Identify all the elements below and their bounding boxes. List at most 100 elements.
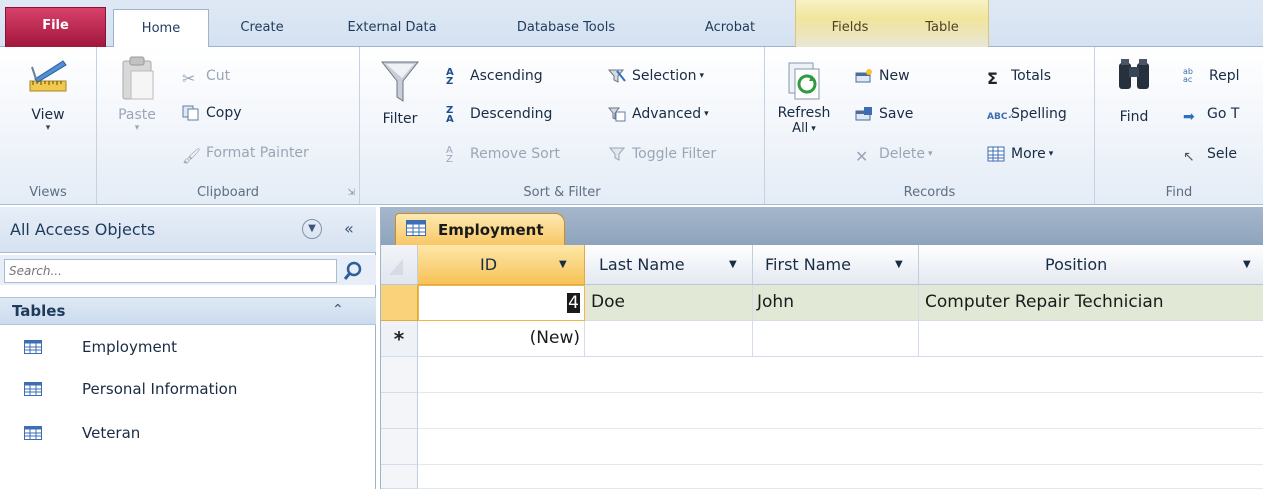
new-record-selector[interactable]: * (381, 321, 418, 357)
delete-record-button[interactable]: ✕ Delete ▾ (855, 143, 933, 166)
navigation-pane: All Access Objects ▼ « Tables ⌃ Employme… (0, 207, 376, 489)
refresh-caret: ▾ (811, 123, 816, 134)
empty-row-selector (381, 465, 418, 489)
cell-position[interactable]: Computer Repair Technician (919, 285, 1263, 321)
find-button[interactable]: Find (1111, 57, 1157, 125)
remove-sort-button[interactable]: A Z Remove Sort (446, 143, 560, 165)
paste-caret: ▾ (134, 123, 140, 133)
nav-item-veteran[interactable]: Veteran (0, 415, 376, 451)
cut-icon: ✂ (182, 69, 196, 88)
replace-button[interactable]: ab ac Repl (1183, 65, 1240, 87)
advanced-label: Advanced (632, 106, 702, 122)
tab-create[interactable]: Create (222, 9, 302, 47)
tab-acrobat[interactable]: Acrobat (690, 9, 770, 47)
goto-button[interactable]: ➡ Go T (1183, 103, 1239, 125)
filter-label: Filter (382, 111, 418, 127)
column-header-label: Last Name (599, 255, 685, 274)
more-caret: ▾ (1048, 149, 1054, 159)
column-header-position[interactable]: Position ▼ (919, 245, 1263, 285)
column-filter-chevron-icon[interactable]: ▼ (559, 245, 567, 285)
format-painter-label: Format Painter (206, 145, 309, 161)
nav-collapse-icon[interactable]: « (344, 219, 354, 238)
clipboard-launcher-icon[interactable]: ⇲ (347, 188, 355, 198)
filter-button[interactable]: Filter (374, 59, 426, 127)
new-record-label: New (879, 68, 910, 84)
column-header-label: First Name (765, 255, 851, 274)
select-all-icon (389, 259, 403, 275)
tab-fields[interactable]: Fields (812, 9, 888, 47)
descending-button[interactable]: Z A Descending (446, 103, 552, 125)
more-button[interactable]: More ▾ (987, 143, 1053, 165)
datasheet-grid: ID ▼ Last Name ▼ First Name ▼ Position ▼… (381, 245, 1263, 489)
totals-icon: Σ (987, 69, 998, 88)
section-collapse-icon[interactable]: ⌃ (332, 302, 344, 318)
column-filter-chevron-icon[interactable]: ▼ (1243, 245, 1251, 285)
spelling-button[interactable]: ABC✓Spelling (987, 103, 1067, 125)
copy-button[interactable]: Copy (182, 102, 242, 124)
document-tab-strip: Employment (381, 207, 1263, 245)
table-icon (406, 220, 426, 236)
nav-header[interactable]: All Access Objects ▼ « (0, 207, 376, 253)
view-icon (29, 60, 67, 92)
empty-row (381, 357, 1263, 393)
document-tab-employment[interactable]: Employment (395, 213, 565, 245)
tab-table[interactable]: Table (904, 9, 980, 47)
cell-last-name[interactable]: Doe (585, 285, 753, 321)
nav-search-input[interactable] (4, 259, 337, 283)
goto-icon: ➡ (1183, 109, 1195, 125)
toggle-filter-button[interactable]: Toggle Filter (608, 143, 716, 165)
record-selector[interactable] (381, 285, 418, 321)
spelling-icon: ABC✓ (987, 112, 1015, 122)
column-filter-chevron-icon[interactable]: ▼ (895, 245, 903, 285)
new-cell-first-name[interactable] (753, 321, 919, 357)
select-all-corner[interactable] (381, 245, 418, 285)
nav-item-label: Veteran (82, 424, 141, 442)
new-record-icon (855, 69, 872, 83)
select-button[interactable]: ↖ Sele (1183, 143, 1237, 165)
cell-id[interactable]: 4 (418, 285, 585, 321)
advanced-icon (608, 107, 626, 122)
refresh-all-button[interactable]: Refresh All ▾ (771, 61, 837, 136)
nav-item-personal-information[interactable]: Personal Information (0, 371, 376, 407)
tab-external-data[interactable]: External Data (336, 9, 448, 47)
empty-row-selector (381, 393, 418, 429)
delete-icon: ✕ (855, 147, 869, 166)
nav-section-tables[interactable]: Tables ⌃ (0, 297, 376, 325)
tab-home[interactable]: Home (113, 9, 209, 48)
paste-label: Paste (118, 107, 156, 123)
nav-item-employment[interactable]: Employment (0, 329, 376, 365)
new-cell-id[interactable]: (New) (418, 321, 585, 357)
view-button[interactable]: View ▾ (6, 57, 90, 133)
advanced-button[interactable]: Advanced ▾ (608, 103, 709, 125)
new-cell-position[interactable] (919, 321, 1263, 357)
save-record-button[interactable]: Save (855, 103, 913, 125)
new-record-button[interactable]: New (855, 65, 910, 87)
cut-button[interactable]: ✂ Cut (182, 65, 230, 88)
empty-row (381, 429, 1263, 465)
tab-file[interactable]: File (5, 7, 106, 47)
clipboard-group-label: Clipboard (196, 185, 260, 200)
nav-menu-chevron-icon[interactable]: ▼ (302, 219, 322, 239)
group-records: Refresh All ▾ New Save ✕ Delete ▾ Σ Totals A… (765, 47, 1095, 204)
goto-label: Go T (1207, 106, 1240, 122)
paste-button[interactable]: Paste ▾ (107, 55, 167, 133)
document-area: Employment ID ▼ Last Name ▼ First Name ▼… (380, 207, 1263, 489)
views-group-label: Views (29, 185, 67, 200)
totals-label: Totals (1011, 68, 1051, 84)
column-header-first-name[interactable]: First Name ▼ (753, 245, 919, 285)
totals-button[interactable]: Σ Totals (987, 65, 1051, 88)
ascending-button[interactable]: A Z Ascending (446, 65, 543, 87)
format-painter-button[interactable]: 🖌 Format Painter (182, 142, 309, 165)
column-header-last-name[interactable]: Last Name ▼ (585, 245, 753, 285)
new-cell-last-name[interactable] (585, 321, 753, 357)
column-header-id[interactable]: ID ▼ (418, 245, 585, 285)
tab-database-tools[interactable]: Database Tools (506, 9, 626, 47)
more-icon (987, 146, 1005, 162)
selection-button[interactable]: Selection ▾ (608, 65, 704, 87)
cell-first-name[interactable]: John (753, 285, 919, 321)
descending-label: Descending (470, 106, 553, 122)
column-filter-chevron-icon[interactable]: ▼ (729, 245, 737, 285)
table-icon (24, 426, 42, 440)
search-icon[interactable] (340, 259, 366, 283)
group-views: View ▾ Views (0, 47, 97, 204)
